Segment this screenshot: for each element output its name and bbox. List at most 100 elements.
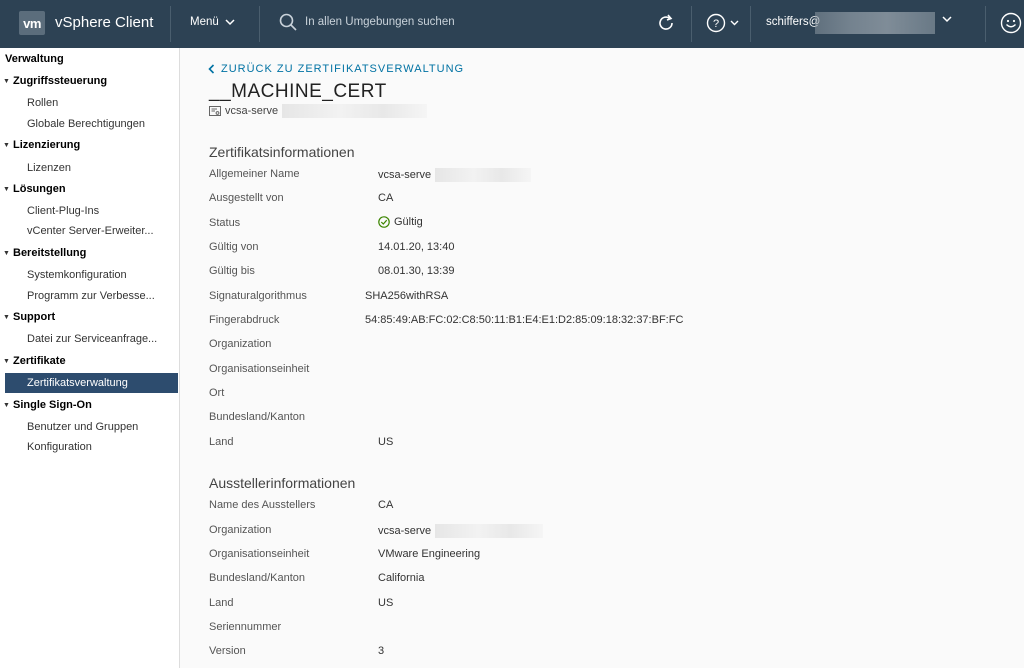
sidebar-group-single-sign-on[interactable]: ▼ Single Sign-On xyxy=(3,399,92,411)
refresh-button[interactable] xyxy=(656,13,676,36)
row-label: Organisationseinheit xyxy=(209,548,310,560)
redacted-area xyxy=(815,12,935,34)
back-link-label: ZURÜCK ZU ZERTIFIKATSVERWALTUNG xyxy=(221,63,465,75)
divider xyxy=(985,6,986,42)
divider xyxy=(750,6,751,42)
row-value: vcsa-serve xyxy=(378,168,532,182)
caret-down-icon: ▼ xyxy=(3,357,10,365)
divider xyxy=(691,6,692,42)
sidebar-item-globale-berechtigungen[interactable]: Globale Berechtigungen xyxy=(27,118,145,130)
app-title[interactable]: vSphere Client xyxy=(55,14,153,31)
redacted-area xyxy=(282,104,428,118)
chevron-down-icon xyxy=(225,18,235,25)
sidebar-item-rollen[interactable]: Rollen xyxy=(27,97,58,109)
row-value: 14.01.20, 13:40 xyxy=(378,241,455,253)
row-label: Organization xyxy=(209,524,272,536)
row-value: US xyxy=(378,436,394,448)
row-value: CA xyxy=(378,192,394,204)
row-value: vcsa-serve xyxy=(378,524,544,538)
vmware-logo[interactable]: vm xyxy=(19,11,45,35)
sidebar-group-loesungen[interactable]: ▼ Lösungen xyxy=(3,183,66,195)
group-label: Support xyxy=(13,311,56,323)
group-label: Lizenzierung xyxy=(13,139,81,151)
chevron-down-icon xyxy=(730,20,739,26)
row-label: Status xyxy=(209,217,241,229)
sidebar-item-vcenter-erweiterungen[interactable]: vCenter Server-Erweiter... xyxy=(27,225,154,237)
page-title: __MACHINE_CERT xyxy=(209,81,387,102)
caret-down-icon: ▼ xyxy=(3,77,10,85)
section-issuer-info-heading: Ausstellerinformationen xyxy=(209,475,356,491)
row-label: Gültig von xyxy=(209,241,259,253)
help-icon: ? xyxy=(706,13,726,33)
row-value: VMware Engineering xyxy=(378,548,481,560)
caret-down-icon: ▼ xyxy=(3,401,10,409)
sidebar-group-bereitstellung[interactable]: ▼ Bereitstellung xyxy=(3,247,86,259)
row-value: California xyxy=(378,572,425,584)
row-label: Organisationseinheit xyxy=(209,363,310,375)
sidebar-item-programm-verbesserung[interactable]: Programm zur Verbesse... xyxy=(27,290,155,302)
sidebar-group-support[interactable]: ▼ Support xyxy=(3,311,55,323)
group-label: Zugriffssteuerung xyxy=(13,75,108,87)
certificate-icon xyxy=(209,105,221,116)
row-value: CA xyxy=(378,499,394,511)
row-value: SHA256withRSA xyxy=(365,290,449,302)
redacted-area xyxy=(435,524,544,538)
sidebar-item-konfiguration[interactable]: Konfiguration xyxy=(27,441,92,453)
row-label: Organization xyxy=(209,338,272,350)
row-label: Fingerabdruck xyxy=(209,314,280,326)
row-label: Ort xyxy=(209,387,225,399)
chevron-down-icon[interactable] xyxy=(942,16,952,23)
status-value: Gültig xyxy=(378,216,423,228)
row-value: US xyxy=(378,597,394,609)
user-menu[interactable]: schiffers@ xyxy=(766,16,820,28)
caret-down-icon: ▼ xyxy=(3,313,10,321)
sidebar-item-systemkonfiguration[interactable]: Systemkonfiguration xyxy=(27,269,127,281)
help-button[interactable]: ? xyxy=(706,13,739,33)
row-label: Version xyxy=(209,645,246,657)
certificate-subtitle: vcsa-serve xyxy=(209,104,428,118)
check-circle-icon xyxy=(378,216,390,228)
sidebar-item-client-plug-ins[interactable]: Client-Plug-Ins xyxy=(27,205,99,217)
row-label: Gültig bis xyxy=(209,265,255,277)
subtitle-text: vcsa-serve xyxy=(225,105,279,117)
row-label: Bundesland/Kanton xyxy=(209,572,306,584)
row-label: Ausgestellt von xyxy=(209,192,284,204)
top-bar: vm vSphere Client Menü In allen Umgebung… xyxy=(0,0,1024,48)
sidebar-item-lizenzen[interactable]: Lizenzen xyxy=(27,162,71,174)
fingerprint-value: 54:85:49:AB:FC:02:C8:50:11:B1:E4:E1:D2:8… xyxy=(365,314,684,326)
row-value: 08.01.30, 13:39 xyxy=(378,265,455,277)
group-label: Bereitstellung xyxy=(13,247,87,259)
search-placeholder: In allen Umgebungen suchen xyxy=(305,16,455,28)
caret-down-icon: ▼ xyxy=(3,141,10,149)
row-label: Signaturalgorithmus xyxy=(209,290,307,302)
refresh-icon xyxy=(659,14,673,30)
caret-down-icon: ▼ xyxy=(3,185,10,193)
group-label: Single Sign-On xyxy=(13,399,92,411)
sidebar-item-zertifikatsverwaltung[interactable]: Zertifikatsverwaltung xyxy=(5,373,178,393)
row-value: 3 xyxy=(378,645,385,657)
menu-button[interactable]: Menü xyxy=(190,16,235,28)
sidebar-item-benutzer-gruppen[interactable]: Benutzer und Gruppen xyxy=(27,421,138,433)
sidebar-item-serviceanfrage[interactable]: Datei zur Serviceanfrage... xyxy=(27,333,157,345)
divider xyxy=(170,6,171,42)
main-content: ZURÜCK ZU ZERTIFIKATSVERWALTUNG __MACHIN… xyxy=(181,48,1024,668)
sidebar-group-lizenzierung[interactable]: ▼ Lizenzierung xyxy=(3,139,80,151)
row-label: Name des Ausstellers xyxy=(209,499,316,511)
row-label: Bundesland/Kanton xyxy=(209,411,306,423)
sidebar-title: Verwaltung xyxy=(5,53,64,65)
search-icon xyxy=(279,13,297,31)
back-link[interactable]: ZURÜCK ZU ZERTIFIKATSVERWALTUNG xyxy=(208,63,464,75)
sidebar-group-zugriffssteuerung[interactable]: ▼ Zugriffssteuerung xyxy=(3,75,107,87)
feedback-smiley-icon[interactable] xyxy=(1000,12,1022,34)
divider xyxy=(259,6,260,42)
redacted-area xyxy=(435,168,532,182)
search-input[interactable]: In allen Umgebungen suchen xyxy=(279,13,455,31)
row-label: Seriennummer xyxy=(209,621,282,633)
sidebar-group-zertifikate[interactable]: ▼ Zertifikate xyxy=(3,355,66,367)
group-label: Lösungen xyxy=(13,183,66,195)
chevron-left-icon xyxy=(208,64,215,74)
row-label: Allgemeiner Name xyxy=(209,168,300,180)
row-label: Land xyxy=(209,597,234,609)
sidebar: Verwaltung ▼ Zugriffssteuerung Rollen Glo… xyxy=(0,48,180,668)
menu-label: Menü xyxy=(190,16,219,28)
